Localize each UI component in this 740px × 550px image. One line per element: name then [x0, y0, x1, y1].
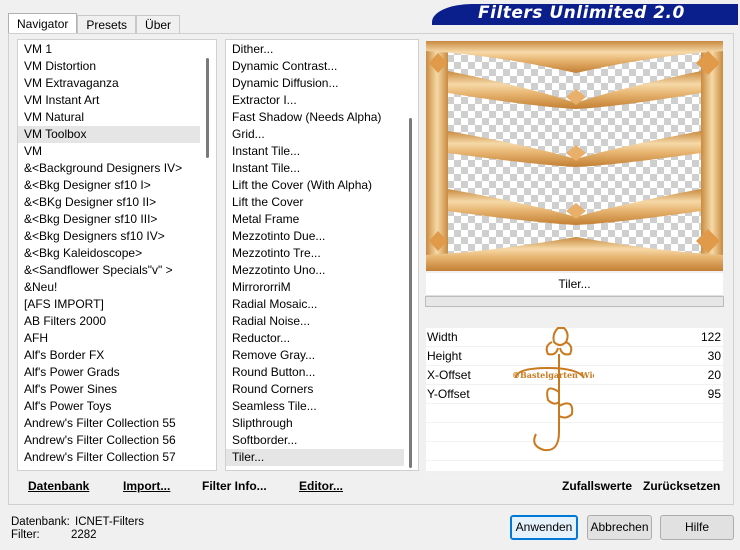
- filter-item[interactable]: Mezzotinto Due...: [226, 228, 418, 245]
- reset-button[interactable]: Zurücksetzen: [643, 479, 720, 493]
- database-button[interactable]: Datenbank: [28, 479, 89, 493]
- database-info-label: Datenbank:: [11, 516, 70, 528]
- app-title: Filters Unlimited 2.0: [478, 3, 685, 23]
- filter-item[interactable]: Dynamic Diffusion...: [226, 75, 418, 92]
- apply-button[interactable]: Anwenden: [510, 515, 578, 540]
- category-item[interactable]: Alf's Border FX: [18, 347, 216, 364]
- category-item[interactable]: VM Extravaganza: [18, 75, 216, 92]
- filter-item[interactable]: Radial Noise...: [226, 313, 418, 330]
- category-item[interactable]: &Neu!: [18, 279, 216, 296]
- tab-bar: Navigator Presets Über: [8, 13, 181, 35]
- category-item[interactable]: AFH: [18, 330, 216, 347]
- category-item[interactable]: VM 1: [18, 41, 216, 58]
- filter-item[interactable]: Reductor...: [226, 330, 418, 347]
- category-item[interactable]: &<Bkg Designer sf10 III>: [18, 211, 216, 228]
- category-scroll-thumb[interactable]: [206, 58, 209, 158]
- category-item[interactable]: Andrew's Filter Collection 56: [18, 432, 216, 449]
- filter-item[interactable]: Mezzotinto Uno...: [226, 262, 418, 279]
- category-item[interactable]: VM Natural: [18, 109, 216, 126]
- category-item[interactable]: &<Bkg Kaleidoscope>: [18, 245, 216, 262]
- filter-item[interactable]: Softborder...: [226, 432, 418, 449]
- progress-bar: [425, 296, 724, 307]
- filter-item[interactable]: Radial Mosaic...: [226, 296, 418, 313]
- help-button[interactable]: Hilfe: [660, 515, 734, 540]
- tab-presets[interactable]: Presets: [77, 15, 137, 35]
- tiler-pattern-art: [426, 41, 723, 271]
- category-item[interactable]: VM Toolbox: [18, 126, 216, 143]
- preview-image: [426, 41, 723, 271]
- filter-count-label: Filter:: [11, 529, 40, 541]
- category-item[interactable]: VM Distortion: [18, 58, 216, 75]
- database-info: Datenbank: ICNET-Filters: [11, 516, 144, 528]
- filter-scroll-thumb[interactable]: [409, 118, 412, 468]
- filter-count-info: Filter: 2282: [11, 529, 97, 541]
- param-x-offset-value: 20: [707, 368, 721, 382]
- category-item[interactable]: &<Bkg Designer sf10 I>: [18, 177, 216, 194]
- filter-item[interactable]: Lift the Cover (With Alpha): [226, 177, 418, 194]
- category-item[interactable]: AB Filters 2000: [18, 313, 216, 330]
- filter-list[interactable]: Dither... Dynamic Contrast... Dynamic Diff…: [225, 39, 419, 471]
- category-item[interactable]: &<Sandflower Specials"v" >: [18, 262, 216, 279]
- filter-item[interactable]: MirrororriM: [226, 279, 418, 296]
- filter-items: Dither... Dynamic Contrast... Dynamic Diff…: [226, 41, 418, 466]
- filter-item[interactable]: Mezzotinto Tre...: [226, 245, 418, 262]
- filter-item[interactable]: Tiler...: [226, 449, 418, 466]
- filter-item[interactable]: Lift the Cover: [226, 194, 418, 211]
- filter-item[interactable]: Remove Gray...: [226, 347, 418, 364]
- category-item[interactable]: [AFS IMPORT]: [18, 296, 216, 313]
- category-item[interactable]: Andrew's Filter Collection 55: [18, 415, 216, 432]
- database-info-value: ICNET-Filters: [75, 516, 145, 528]
- category-item[interactable]: Alf's Power Toys: [18, 398, 216, 415]
- database-label: Datenbank: [28, 479, 90, 493]
- tab-about[interactable]: Über: [136, 15, 181, 35]
- filter-item[interactable]: Grid...: [226, 126, 418, 143]
- watermark-logo: ©Bastelgarten Wien: [512, 327, 594, 452]
- filter-name-label: Tiler...: [426, 273, 723, 296]
- tab-navigator[interactable]: Navigator: [8, 13, 78, 35]
- editor-button[interactable]: Editor...: [299, 479, 343, 493]
- param-y-offset-label: Y-Offset: [427, 387, 470, 401]
- filter-item[interactable]: Round Button...: [226, 364, 418, 381]
- filter-scrollbar[interactable]: [404, 40, 418, 470]
- category-items: VM 1 VM Distortion VM Extravaganza VM Insta…: [18, 41, 216, 466]
- filter-item[interactable]: Seamless Tile...: [226, 398, 418, 415]
- param-x-offset-label: X-Offset: [427, 368, 471, 382]
- category-item[interactable]: VM: [18, 143, 216, 160]
- param-height-label: Height: [427, 349, 462, 363]
- param-empty-row: [426, 461, 723, 480]
- param-width-label: Width: [427, 330, 458, 344]
- filter-item[interactable]: Instant Tile...: [226, 143, 418, 160]
- import-label: Import...: [123, 479, 171, 493]
- category-list[interactable]: VM 1 VM Distortion VM Extravaganza VM Insta…: [17, 39, 217, 471]
- category-item[interactable]: &<BKg Designer sf10 II>: [18, 194, 216, 211]
- parameter-panel: Width 122 Height 30 X-Offset 20 Y-Offset 95 …: [426, 327, 723, 480]
- filter-item[interactable]: Slipthrough: [226, 415, 418, 432]
- category-item[interactable]: VM Instant Art: [18, 92, 216, 109]
- random-values-button[interactable]: Zufallswerte: [562, 479, 632, 493]
- category-item[interactable]: Alf's Power Grads: [18, 364, 216, 381]
- filter-item[interactable]: Dither...: [226, 41, 418, 58]
- filter-item[interactable]: Fast Shadow (Needs Alpha): [226, 109, 418, 126]
- filter-item[interactable]: Extractor I...: [226, 92, 418, 109]
- watermark-text: ©Bastelgarten Wien: [512, 370, 594, 380]
- param-height-value: 30: [707, 349, 721, 363]
- import-button[interactable]: Import...: [123, 479, 170, 493]
- category-item[interactable]: &<Background Designers IV>: [18, 160, 216, 177]
- param-y-offset-value: 95: [707, 387, 721, 401]
- editor-label: Editor...: [299, 479, 344, 493]
- filter-item[interactable]: Metal Frame: [226, 211, 418, 228]
- cancel-button[interactable]: Abbrechen: [587, 515, 652, 540]
- filter-item[interactable]: Instant Tile...: [226, 160, 418, 177]
- filter-count-value: 2282: [71, 529, 97, 541]
- category-scrollbar[interactable]: [200, 40, 216, 470]
- category-item[interactable]: Alf's Power Sines: [18, 381, 216, 398]
- filter-info-button[interactable]: Filter Info...: [202, 479, 267, 493]
- filter-item[interactable]: Dynamic Contrast...: [226, 58, 418, 75]
- category-item[interactable]: &<Bkg Designers sf10 IV>: [18, 228, 216, 245]
- param-width-value: 122: [700, 330, 721, 344]
- filter-item[interactable]: Round Corners: [226, 381, 418, 398]
- category-item[interactable]: Andrew's Filter Collection 57: [18, 449, 216, 466]
